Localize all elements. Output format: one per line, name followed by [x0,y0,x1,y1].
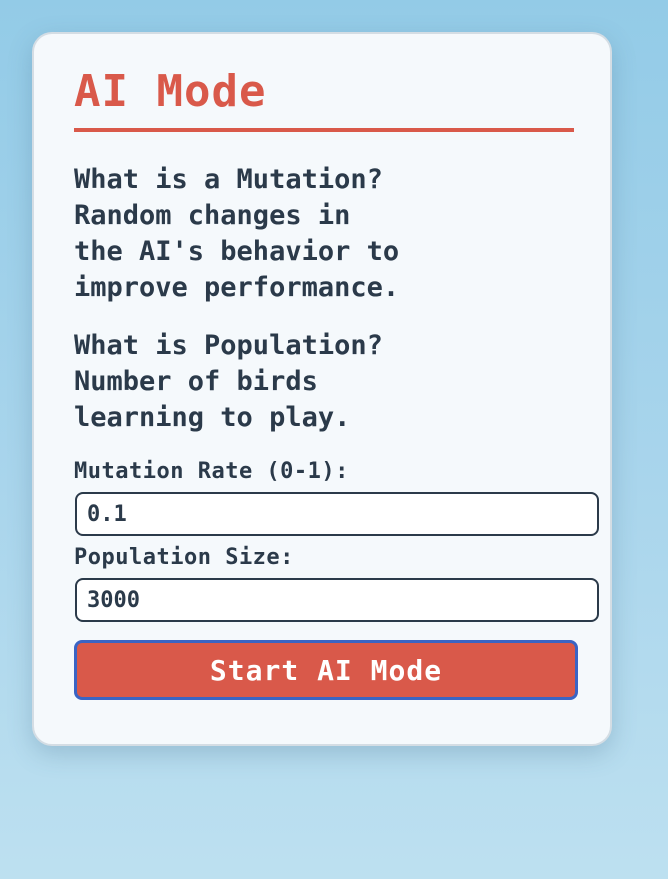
panel-title: AI Mode [74,66,267,117]
population-size-input[interactable] [75,578,599,622]
population-size-label: Population Size: [74,545,294,570]
population-explanation: What is Population? Number of birds lear… [74,330,383,433]
title-divider [74,128,574,132]
mutation-rate-input[interactable] [75,492,599,536]
ai-mode-panel: AI Mode What is a Mutation? Random chang… [32,32,612,746]
start-ai-mode-button[interactable]: Start AI Mode [74,640,578,700]
mutation-explanation: What is a Mutation? Random changes in th… [74,164,400,303]
mutation-rate-label: Mutation Rate (0-1): [74,459,349,484]
